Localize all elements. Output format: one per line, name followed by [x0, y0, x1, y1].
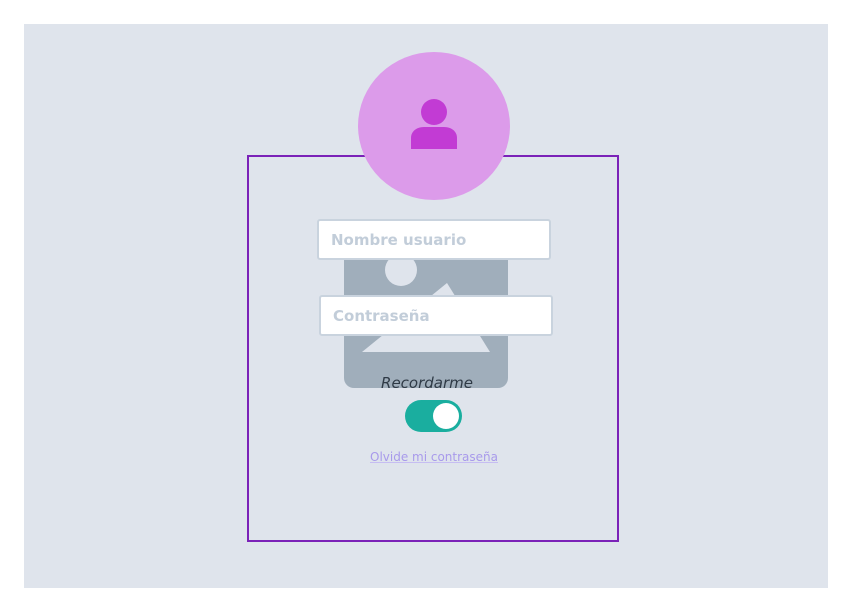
remember-me-toggle[interactable] [405, 400, 462, 432]
remember-me-label: Recordarme [381, 374, 473, 392]
avatar [358, 52, 510, 200]
user-icon [411, 99, 457, 149]
forgot-password-link[interactable]: Olvide mi contraseña [366, 450, 502, 464]
username-input[interactable] [317, 219, 551, 260]
password-input[interactable] [319, 295, 553, 336]
toggle-knob [433, 403, 459, 429]
